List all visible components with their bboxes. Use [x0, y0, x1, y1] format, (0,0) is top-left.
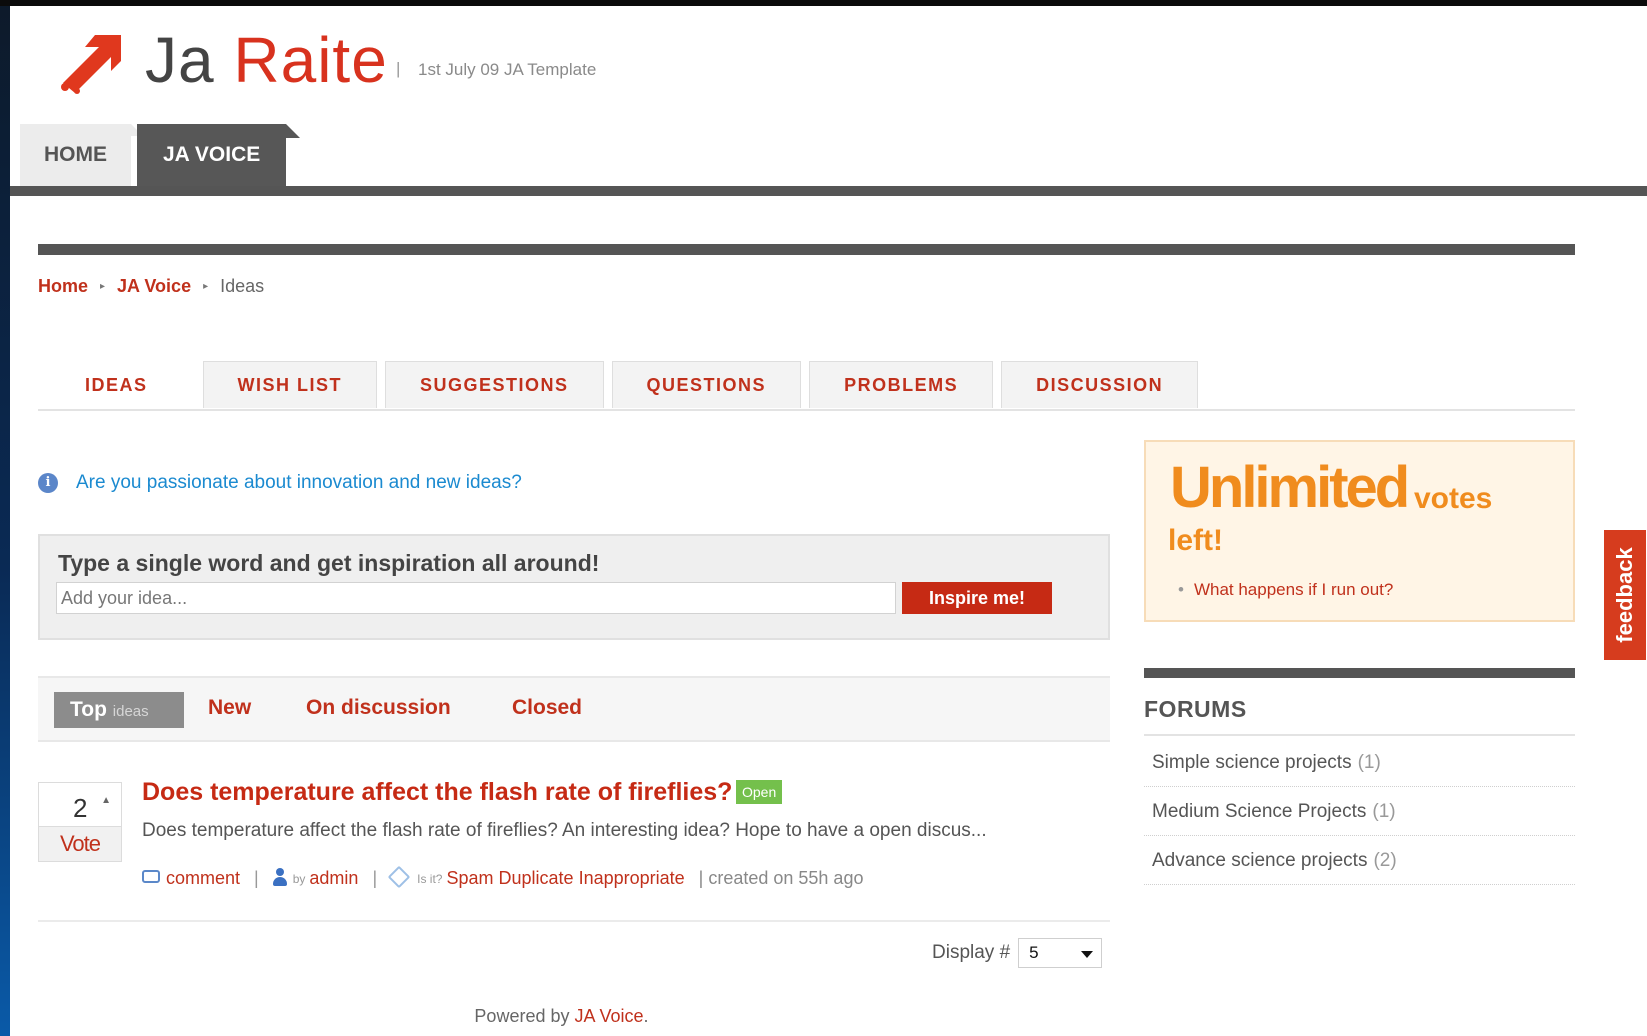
meta-separator: | [254, 868, 259, 888]
votes-unlimited: Unlimited [1170, 455, 1410, 520]
info-link[interactable]: Are you passionate about innovation and … [76, 472, 522, 494]
idea-meta: comment | by admin | Is it? Spam Duplica… [142, 865, 864, 889]
forum-item[interactable]: Advance science projects (2) [1144, 836, 1575, 885]
filter-closed[interactable]: Closed [512, 696, 582, 720]
footer-powered: Powered by JA Voice. [474, 1006, 649, 1026]
votes-label: votes [1414, 482, 1493, 515]
run-out-link[interactable]: What happens if I run out? [1178, 580, 1393, 600]
vote-up-icon[interactable]: ▲ [101, 795, 111, 806]
tab-ideas[interactable]: IDEAS [38, 361, 195, 408]
forum-item[interactable]: Simple science projects (1) [1144, 738, 1575, 787]
display-label: Display # [932, 942, 1011, 963]
feedback-tab[interactable]: feedback [1604, 530, 1646, 660]
forum-name[interactable]: Advance science projects [1152, 850, 1367, 871]
nav-bar [10, 186, 1647, 196]
by-label: by [292, 871, 306, 886]
spam-link[interactable]: Spam [446, 868, 493, 889]
info-message: i Are you passionate about innovation an… [38, 472, 522, 494]
chevron-down-icon [1081, 951, 1094, 958]
footer-link[interactable]: JA Voice [575, 1006, 644, 1026]
nav-home[interactable]: HOME [20, 124, 143, 190]
page: Ja Raite | 1st July 09 JA Template HOME … [10, 6, 1647, 1036]
forum-count: (2) [1373, 850, 1397, 871]
breadcrumb-ja-voice[interactable]: JA Voice [117, 276, 191, 297]
idea-item: 2 ▲ Vote Does temperature affect the fla… [38, 772, 1110, 922]
idea-filters: Top ideas New On discussion Closed [38, 676, 1110, 742]
user-icon [272, 867, 287, 886]
breadcrumb: Home ▸ JA Voice ▸ Ideas [38, 276, 264, 297]
created-time: | created on 55h ago [698, 868, 864, 888]
tab-questions[interactable]: QUESTIONS [611, 361, 802, 408]
filter-on-discussion[interactable]: On discussion [306, 696, 451, 720]
author-link[interactable]: admin [309, 868, 358, 889]
breadcrumb-home[interactable]: Home [38, 276, 88, 297]
idea-input[interactable] [56, 582, 896, 614]
votes-box: Unlimited votes left! What happens if I … [1144, 440, 1575, 622]
inspire-box: Type a single word and get inspiration a… [38, 534, 1110, 640]
meta-separator: | [372, 868, 378, 888]
breadcrumb-arrow-icon: ▸ [100, 281, 106, 292]
display-count: Display # 5 [932, 938, 1103, 968]
inspire-button[interactable]: Inspire me! [902, 582, 1052, 614]
tag-icon [387, 865, 411, 888]
forum-count: (1) [1372, 801, 1396, 822]
vote-button[interactable]: Vote [39, 826, 121, 861]
site-title: Ja Raite [145, 24, 388, 96]
display-value: 5 [1029, 943, 1039, 962]
forum-name[interactable]: Simple science projects [1152, 752, 1352, 773]
votes-left-label: left! [1168, 524, 1223, 557]
comment-icon [142, 870, 160, 883]
info-icon: i [38, 473, 58, 493]
filter-new[interactable]: New [208, 696, 251, 720]
breadcrumb-current: Ideas [220, 276, 265, 296]
forum-name[interactable]: Medium Science Projects [1152, 801, 1366, 822]
comment-link[interactable]: comment [166, 868, 240, 889]
vote-box: 2 ▲ Vote [38, 782, 122, 862]
tab-suggestions[interactable]: SUGGESTIONS [385, 361, 604, 408]
tab-discussion[interactable]: DISCUSSION [1001, 361, 1199, 408]
logo-arrow-icon [61, 35, 121, 94]
category-tabs: IDEAS WISH LIST SUGGESTIONS QUESTIONS PR… [38, 361, 1575, 411]
idea-description: Does temperature affect the flash rate o… [142, 820, 987, 841]
inspire-title: Type a single word and get inspiration a… [58, 550, 600, 576]
inappropriate-link[interactable]: Inappropriate [579, 868, 685, 889]
nav-ja-voice[interactable]: JA VOICE [137, 124, 301, 190]
vote-count: 2 [73, 793, 88, 823]
tab-problems[interactable]: PROBLEMS [809, 361, 994, 408]
site-logo[interactable]: Ja Raite [55, 20, 388, 100]
feedback-label: feedback [1612, 547, 1637, 643]
forum-item[interactable]: Medium Science Projects (1) [1144, 787, 1575, 836]
forums-divider [1144, 668, 1575, 678]
is-it-label: Is it? [417, 871, 443, 886]
top-nav: HOME JA VOICE [20, 124, 301, 190]
forum-count: (1) [1357, 752, 1381, 773]
breadcrumb-arrow-icon: ▸ [203, 281, 209, 292]
duplicate-link[interactable]: Duplicate [499, 868, 574, 889]
tagline-separator: | [396, 59, 401, 78]
status-badge: Open [736, 780, 783, 804]
display-select[interactable]: 5 [1018, 938, 1103, 968]
tab-wish-list[interactable]: WISH LIST [202, 361, 378, 408]
forums-title: FORUMS [1144, 696, 1247, 722]
site-tagline: 1st July 09 JA Template [418, 60, 597, 79]
idea-title[interactable]: Does temperature affect the flash rate o… [142, 778, 732, 807]
filter-top-ideas[interactable]: Top ideas [54, 692, 184, 728]
content-divider [38, 244, 1575, 255]
forums-underline [1144, 734, 1575, 736]
